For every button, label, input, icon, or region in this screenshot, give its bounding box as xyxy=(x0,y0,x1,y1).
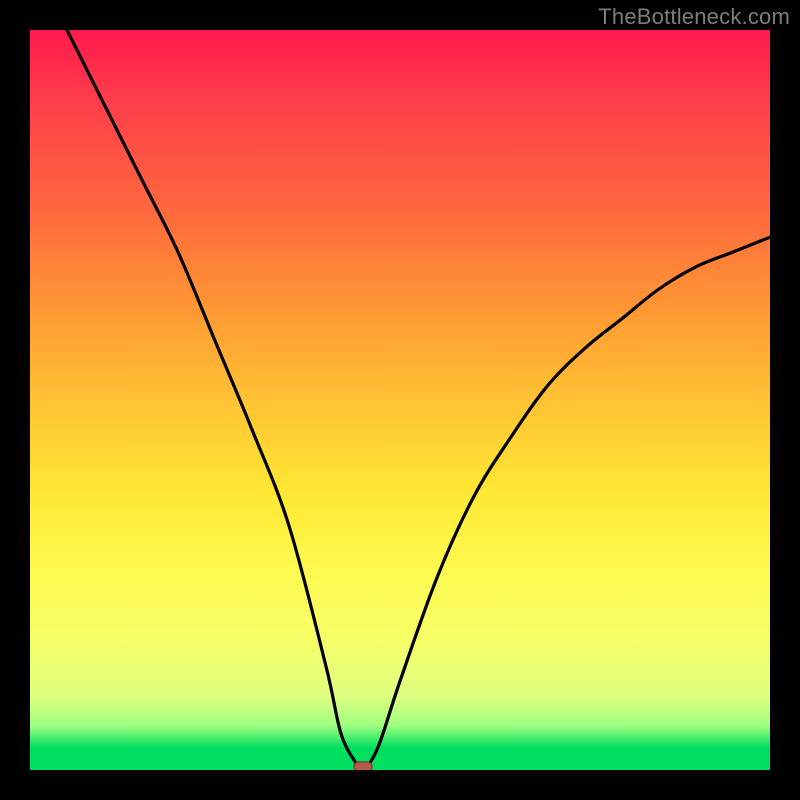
curve-svg xyxy=(30,30,770,770)
bottleneck-curve xyxy=(67,30,770,770)
watermark-text: TheBottleneck.com xyxy=(598,4,790,30)
minimum-marker xyxy=(354,762,372,770)
plot-area xyxy=(30,30,770,770)
chart-frame: TheBottleneck.com xyxy=(0,0,800,800)
